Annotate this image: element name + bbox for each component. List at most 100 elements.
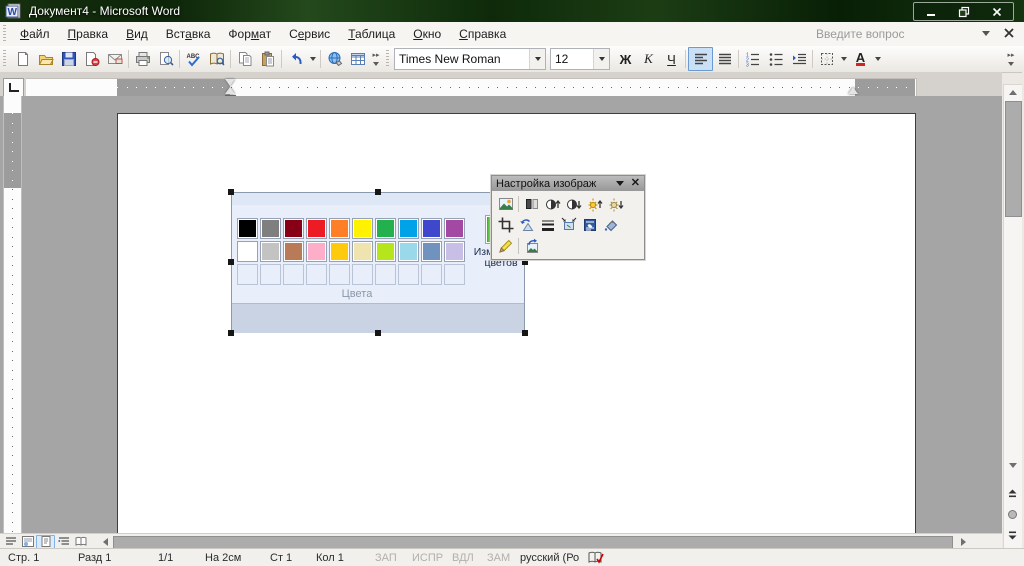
picture-toolbar-titlebar[interactable]: Настройка изображ ✕ bbox=[492, 176, 644, 191]
less-contrast-button[interactable] bbox=[563, 194, 584, 214]
hanging-indent-marker[interactable] bbox=[225, 87, 235, 94]
permission-button[interactable] bbox=[80, 48, 103, 70]
status-mode-item[interactable]: ВДЛ bbox=[452, 552, 474, 564]
menu-item-9[interactable]: Справка bbox=[450, 23, 515, 45]
color-swatch[interactable] bbox=[444, 241, 465, 262]
insert-table-button[interactable] bbox=[346, 48, 369, 70]
color-swatch[interactable] bbox=[421, 218, 442, 239]
spelling-status-icon[interactable] bbox=[588, 551, 605, 566]
insert-picture-button[interactable] bbox=[495, 194, 516, 214]
minimize-button[interactable] bbox=[914, 3, 947, 20]
empty-color-slot[interactable] bbox=[352, 264, 373, 285]
menu-item-2[interactable]: Правка bbox=[59, 23, 118, 45]
print-preview-button[interactable] bbox=[154, 48, 177, 70]
set-transparent-color-button[interactable] bbox=[495, 236, 516, 256]
restore-button[interactable] bbox=[947, 3, 980, 20]
empty-color-slot[interactable] bbox=[398, 264, 419, 285]
color-swatch[interactable] bbox=[352, 218, 373, 239]
color-swatch[interactable] bbox=[283, 218, 304, 239]
vertical-scrollbar[interactable] bbox=[1003, 84, 1024, 550]
status-mode-item[interactable]: ЗАП bbox=[375, 552, 397, 564]
underline-button[interactable]: Ч bbox=[660, 48, 683, 70]
standard-toolbar-grip[interactable] bbox=[3, 50, 6, 68]
reading-view-button[interactable] bbox=[72, 535, 89, 548]
mail-button[interactable] bbox=[103, 48, 126, 70]
first-line-indent-marker[interactable] bbox=[225, 79, 235, 86]
scroll-down-button[interactable] bbox=[1005, 458, 1020, 473]
italic-button[interactable]: К bbox=[637, 48, 660, 70]
undo-dropdown-icon[interactable] bbox=[307, 48, 318, 70]
empty-color-slot[interactable] bbox=[306, 264, 327, 285]
web-layout-view-button[interactable] bbox=[19, 535, 36, 548]
more-contrast-button[interactable] bbox=[542, 194, 563, 214]
color-swatch[interactable] bbox=[421, 241, 442, 262]
empty-color-slot[interactable] bbox=[260, 264, 281, 285]
color-swatch[interactable] bbox=[306, 241, 327, 262]
select-browse-object-button[interactable] bbox=[1005, 507, 1020, 522]
next-page-button[interactable] bbox=[1005, 527, 1020, 542]
scroll-right-button[interactable] bbox=[956, 536, 970, 547]
copy-button[interactable] bbox=[233, 48, 256, 70]
font-color-button[interactable]: А bbox=[849, 48, 872, 70]
menu-item-1[interactable]: Файл bbox=[11, 23, 59, 45]
standard-toolbar-options-button[interactable]: ▸▸ bbox=[369, 47, 383, 71]
justify-button[interactable] bbox=[713, 48, 736, 70]
selection-handle-s[interactable] bbox=[375, 330, 381, 336]
numbered-list-button[interactable]: 123 bbox=[741, 48, 764, 70]
text-wrapping-button[interactable] bbox=[579, 215, 600, 235]
menu-item-6[interactable]: Сервис bbox=[280, 23, 339, 45]
selection-handle-w[interactable] bbox=[228, 259, 234, 265]
paste-button[interactable] bbox=[256, 48, 279, 70]
insert-hyperlink-button[interactable] bbox=[323, 48, 346, 70]
color-swatch[interactable] bbox=[260, 218, 281, 239]
empty-color-slot[interactable] bbox=[283, 264, 304, 285]
print-layout-view-button[interactable] bbox=[36, 535, 55, 549]
format-picture-button[interactable] bbox=[600, 215, 621, 235]
selection-handle-se[interactable] bbox=[522, 330, 528, 336]
normal-view-button[interactable] bbox=[2, 535, 19, 548]
color-swatch[interactable] bbox=[375, 218, 396, 239]
less-brightness-button[interactable] bbox=[605, 194, 626, 214]
color-swatch[interactable] bbox=[398, 218, 419, 239]
font-name-combo[interactable]: Times New Roman bbox=[394, 48, 546, 70]
scroll-up-button[interactable] bbox=[1005, 85, 1020, 100]
font-size-dropdown-icon[interactable] bbox=[593, 49, 609, 69]
formatting-toolbar-options-button[interactable]: ▸▸ bbox=[1004, 47, 1018, 71]
empty-color-slot[interactable] bbox=[444, 264, 465, 285]
horizontal-ruler[interactable] bbox=[26, 78, 917, 97]
close-button[interactable] bbox=[980, 3, 1013, 20]
vertical-scroll-thumb[interactable] bbox=[1005, 101, 1022, 217]
selection-handle-nw[interactable] bbox=[228, 189, 234, 195]
color-swatch[interactable] bbox=[306, 218, 327, 239]
font-color-dropdown-icon[interactable] bbox=[872, 48, 883, 70]
picture-toolbar-dropdown-icon[interactable] bbox=[616, 181, 624, 186]
vertical-ruler[interactable] bbox=[3, 96, 22, 533]
ask-question-input[interactable]: Введите вопрос bbox=[812, 25, 966, 42]
previous-page-button[interactable] bbox=[1005, 487, 1020, 502]
outside-border-button[interactable] bbox=[815, 48, 838, 70]
color-swatch[interactable] bbox=[375, 241, 396, 262]
font-size-combo[interactable]: 12 bbox=[550, 48, 610, 70]
selection-handle-n[interactable] bbox=[375, 189, 381, 195]
line-style-button[interactable] bbox=[537, 215, 558, 235]
selection-handle-sw[interactable] bbox=[228, 330, 234, 336]
crop-button[interactable] bbox=[495, 215, 516, 235]
empty-color-slot[interactable] bbox=[237, 264, 258, 285]
status-mode-item[interactable]: ИСПР bbox=[412, 552, 443, 564]
undo-button[interactable] bbox=[284, 48, 307, 70]
right-indent-marker[interactable] bbox=[848, 87, 858, 94]
menu-grip[interactable] bbox=[3, 25, 6, 43]
new-document-button[interactable] bbox=[11, 48, 34, 70]
color-swatch[interactable] bbox=[260, 241, 281, 262]
reset-picture-button[interactable] bbox=[521, 236, 542, 256]
empty-color-slot[interactable] bbox=[421, 264, 442, 285]
menubar-close-icon[interactable] bbox=[1002, 26, 1016, 40]
menu-item-8[interactable]: Окно bbox=[404, 23, 450, 45]
status-mode-item[interactable]: ЗАМ bbox=[487, 552, 510, 564]
print-button[interactable] bbox=[131, 48, 154, 70]
bold-button[interactable]: Ж bbox=[614, 48, 637, 70]
open-folder-button[interactable] bbox=[34, 48, 57, 70]
embedded-picture[interactable]: Изменение цветов Цвета bbox=[231, 192, 525, 333]
bulleted-list-button[interactable] bbox=[764, 48, 787, 70]
tab-stop-selector[interactable] bbox=[3, 78, 24, 97]
